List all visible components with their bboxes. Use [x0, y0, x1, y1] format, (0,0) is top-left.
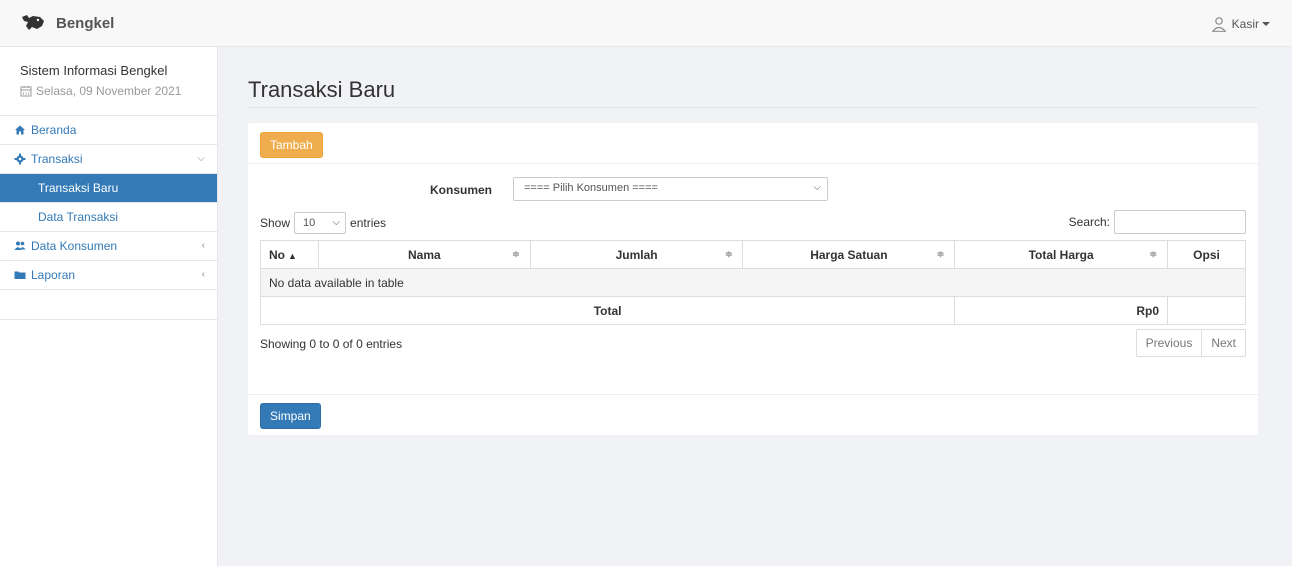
table-header-row: No ▲ Nama ≑ Jumlah ≑ Harga Satuan ≑ Total Ha…	[260, 240, 1246, 269]
empty-table-message: No data available in table	[260, 268, 1246, 297]
logo-icon	[22, 15, 44, 30]
previous-button[interactable]: Previous	[1137, 330, 1202, 356]
chevron-down-icon: ⌵	[813, 182, 821, 193]
sort-icon: ≑	[724, 249, 733, 259]
total-value: Rp0	[954, 296, 1168, 325]
save-button[interactable]: Simpan	[260, 403, 321, 429]
konsumen-select-value: ==== Pilih Konsumen ====	[524, 182, 658, 194]
sort-icon: ≑	[936, 249, 945, 259]
table-search: Search:	[1069, 210, 1246, 234]
column-header-no[interactable]: No ▲	[260, 240, 319, 269]
sidebar-title: Sistem Informasi Bengkel	[20, 63, 168, 78]
sidebar: Sistem Informasi Bengkel Selasa, 09 Nove…	[0, 47, 218, 566]
entries-select[interactable]: 10 ⌵	[294, 212, 347, 234]
brand[interactable]: Bengkel	[20, 13, 114, 33]
panel-header: Tambah	[248, 123, 1258, 164]
add-button[interactable]: Tambah	[260, 132, 323, 158]
column-header-nama[interactable]: Nama ≑	[317, 240, 531, 269]
total-opsi-cell	[1167, 296, 1246, 325]
user-icon	[1211, 17, 1226, 32]
sidebar-item-label: Transaksi Baru	[38, 181, 119, 195]
home-icon	[14, 124, 26, 136]
konsumen-select[interactable]: ==== Pilih Konsumen ==== ⌵	[513, 177, 828, 201]
entries-label: entries	[350, 216, 387, 230]
chevron-down-icon: ⌵	[332, 217, 341, 228]
gear-icon	[14, 153, 26, 165]
calendar-icon	[20, 86, 32, 97]
user-name: Kasir	[1231, 17, 1259, 31]
column-header-opsi: Opsi	[1167, 240, 1246, 269]
table-info: Showing 0 to 0 of 0 entries	[260, 337, 403, 351]
chevron-down-icon: ⌵	[197, 153, 205, 164]
users-icon	[14, 240, 26, 252]
sort-icon: ≑	[512, 249, 520, 259]
sidebar-item-data-konsumen[interactable]: Data Konsumen ‹	[0, 232, 217, 261]
sidebar-item-transaksi[interactable]: Transaksi ⌵	[0, 145, 217, 174]
sidebar-header: Sistem Informasi Bengkel Selasa, 09 Nove…	[0, 47, 217, 116]
pagination: Previous Next	[1135, 329, 1246, 357]
folder-icon	[14, 269, 26, 281]
sidebar-item-transaksi-baru[interactable]: Transaksi Baru	[0, 174, 217, 203]
search-label: Search:	[1068, 215, 1110, 229]
sidebar-item-label: Beranda	[31, 123, 77, 137]
search-input[interactable]	[1114, 210, 1246, 234]
user-menu[interactable]: Kasir	[1211, 16, 1270, 32]
table-footer-row: Total Rp0	[259, 296, 1246, 325]
entries-length-control: Show 10 ⌵ entries	[260, 211, 386, 235]
brand-name: Bengkel	[56, 14, 115, 32]
table-row-empty: No data available in table	[260, 268, 1246, 297]
panel-footer: Simpan	[248, 394, 1258, 435]
sidebar-item-laporan[interactable]: Laporan ‹	[0, 261, 217, 290]
konsumen-row: Konsumen ==== Pilih Konsumen ==== ⌵	[248, 177, 1258, 201]
total-label: Total	[259, 296, 956, 325]
sidebar-date: Selasa, 09 November 2021	[20, 84, 217, 98]
sort-asc-icon: ▲	[288, 250, 297, 261]
entries-select-value: 10	[303, 217, 316, 229]
sidebar-date-text: Selasa, 09 November 2021	[36, 84, 182, 98]
sidebar-item-data-transaksi[interactable]: Data Transaksi	[0, 203, 217, 232]
column-header-harga-satuan[interactable]: Harga Satuan ≑	[742, 240, 956, 269]
page-title: Transaksi Baru	[248, 77, 396, 102]
next-button[interactable]: Next	[1201, 330, 1245, 356]
sidebar-item-label: Data Konsumen	[31, 239, 118, 253]
main-content: Transaksi Baru Tambah Konsumen ==== Pili…	[218, 47, 1292, 566]
sidebar-item-label: Laporan	[31, 268, 76, 282]
column-header-total-harga[interactable]: Total Harga ≑	[954, 240, 1168, 269]
chevron-left-icon: ‹	[201, 269, 205, 280]
caret-down-icon	[1262, 22, 1270, 26]
transaction-panel: Tambah Konsumen ==== Pilih Konsumen ====…	[248, 123, 1258, 435]
title-divider	[248, 107, 1258, 108]
sidebar-item-label: Transaksi	[31, 152, 83, 166]
column-header-jumlah[interactable]: Jumlah ≑	[529, 240, 744, 269]
sort-icon: ≑	[1149, 249, 1157, 259]
items-table: No ▲ Nama ≑ Jumlah ≑ Harga Satuan ≑ Total Ha…	[259, 240, 1246, 325]
chevron-left-icon: ‹	[201, 240, 205, 251]
sidebar-item-beranda[interactable]: Beranda	[0, 116, 217, 145]
top-navbar: Bengkel Kasir	[0, 0, 1292, 47]
sidebar-item-label: Data Transaksi	[38, 210, 119, 224]
sidebar-spacer	[0, 290, 217, 320]
konsumen-label: Konsumen	[430, 183, 493, 197]
show-label: Show	[260, 216, 291, 230]
